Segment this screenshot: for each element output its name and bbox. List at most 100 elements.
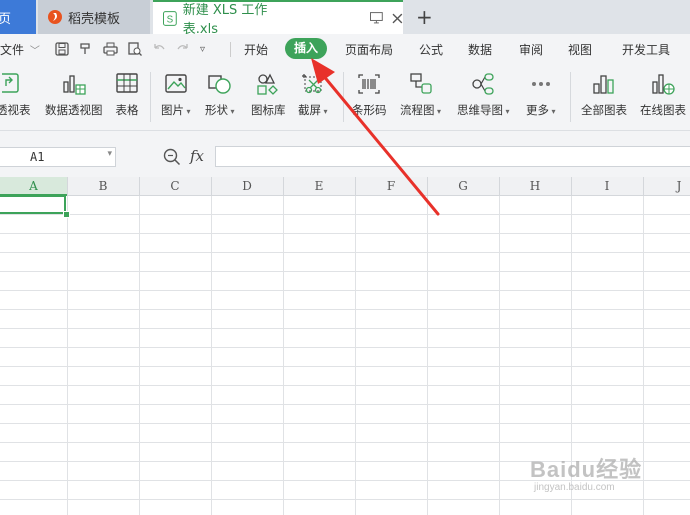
grid-line (283, 196, 284, 515)
quick-access-toolbar: ▿ (55, 41, 205, 57)
ribbon-divider (570, 72, 571, 122)
close-tab-icon[interactable] (392, 13, 403, 24)
shape-icon (208, 75, 231, 94)
grid-line (355, 196, 356, 515)
column-header-divider[interactable] (499, 177, 500, 196)
window-restore-icon[interactable] (370, 12, 384, 24)
chevron-down-icon: ﹀ (29, 46, 40, 57)
column-header-divider[interactable] (571, 177, 572, 196)
column-header-divider[interactable] (139, 177, 140, 196)
barcode-button[interactable]: 条形码 (352, 72, 387, 118)
more-label: 更多 ▾ (526, 103, 556, 117)
save-icon[interactable] (55, 42, 69, 56)
pivot-table-icon (2, 73, 19, 93)
zoom-search-icon[interactable] (163, 148, 181, 166)
column-header-i[interactable]: I (571, 177, 643, 196)
tab-daoke-templates[interactable]: 稻壳模板 (38, 0, 150, 34)
table-label: 表格 (115, 103, 139, 117)
grid-line (0, 366, 690, 367)
grid-line (0, 404, 690, 405)
grid-line (0, 233, 690, 234)
table-button[interactable]: 表格 (115, 72, 139, 118)
grid-line (211, 196, 212, 515)
chevron-down-icon[interactable]: ▾ (107, 149, 112, 159)
name-box[interactable]: A1 ▾ (0, 147, 116, 167)
mindmap-button[interactable]: 思维导图 ▾ (457, 72, 510, 118)
format-painter-icon[interactable] (79, 42, 93, 56)
column-header-b[interactable]: B (67, 177, 139, 196)
grid-line (0, 309, 690, 310)
grid-line (67, 196, 68, 515)
picture-label: 图片 ▾ (161, 103, 191, 117)
grid-line (0, 328, 690, 329)
insert-function-button[interactable]: fx (190, 147, 204, 165)
shape-label: 形状 ▾ (205, 103, 235, 117)
column-header-e[interactable]: E (283, 177, 355, 196)
column-header-divider[interactable] (283, 177, 284, 196)
online-chart-icon (652, 74, 675, 95)
grid-line (139, 196, 140, 515)
more-button[interactable]: 更多 ▾ (526, 72, 556, 118)
column-header-divider[interactable] (211, 177, 212, 196)
menu-item-review[interactable]: 审阅 (519, 41, 543, 58)
menu-item-developer[interactable]: 开发工具 (622, 41, 670, 58)
name-box-value: A1 (30, 150, 45, 164)
grid-line (427, 196, 428, 515)
bar-chart-icon (593, 75, 614, 94)
column-header-divider[interactable] (643, 177, 644, 196)
icon-library-button[interactable]: 图标库 (251, 72, 286, 118)
menu-item-home[interactable]: 开始 (244, 41, 268, 58)
menu-item-page-layout[interactable]: 页面布局 (345, 41, 393, 58)
flowchart-icon (409, 73, 432, 94)
grid-line (499, 196, 500, 515)
grid-line (0, 271, 690, 272)
grid-line (0, 385, 690, 386)
mindmap-icon (472, 73, 494, 95)
fill-handle[interactable] (63, 211, 70, 218)
column-header-j[interactable]: J (643, 177, 690, 196)
undo-icon[interactable] (152, 42, 166, 56)
menu-item-data[interactable]: 数据 (468, 41, 492, 58)
barcode-label: 条形码 (352, 103, 387, 117)
column-header-divider[interactable] (67, 177, 68, 196)
pivot-table-button[interactable]: 透视表 (0, 72, 31, 118)
tab-home[interactable]: 页 (0, 0, 36, 34)
column-header-divider[interactable] (355, 177, 356, 196)
column-header-h[interactable]: H (499, 177, 571, 196)
tab-document[interactable]: S 新建 XLS 工作表.xls (153, 0, 403, 37)
all-charts-button[interactable]: 全部图表 (581, 72, 627, 118)
picture-button[interactable]: 图片 ▾ (161, 72, 191, 118)
menu-file[interactable]: 文件 ﹀ (0, 41, 40, 58)
column-header-d[interactable]: D (211, 177, 283, 196)
menu-item-formulas[interactable]: 公式 (419, 41, 443, 58)
online-charts-button[interactable]: 在线图表 (640, 72, 686, 118)
screenshot-button[interactable]: 截屏 ▾ (298, 72, 328, 118)
more-dots-icon (531, 82, 550, 86)
column-header-g[interactable]: G (427, 177, 499, 196)
pivot-chart-icon (63, 75, 86, 95)
online-charts-label: 在线图表 (640, 103, 686, 117)
pivot-chart-button[interactable]: 数据透视图 (45, 72, 103, 118)
menu-item-insert[interactable]: 插入 (285, 38, 328, 59)
column-header-c[interactable]: C (139, 177, 211, 196)
shape-button[interactable]: 形状 ▾ (205, 72, 235, 118)
formula-input[interactable] (215, 146, 690, 167)
mindmap-label: 思维导图 ▾ (457, 103, 510, 117)
ribbon-divider (343, 72, 344, 122)
quick-access-more-icon[interactable]: ▿ (200, 44, 205, 55)
grid-line (0, 214, 690, 215)
print-preview-icon[interactable] (128, 42, 142, 56)
column-header-divider[interactable] (427, 177, 428, 196)
new-tab-button[interactable]: + (416, 0, 436, 34)
print-icon[interactable] (103, 42, 118, 56)
active-cell-a1[interactable] (0, 196, 66, 214)
icon-library-label: 图标库 (251, 103, 286, 117)
menu-item-view[interactable]: 视图 (568, 41, 592, 58)
all-charts-label: 全部图表 (581, 103, 627, 117)
screenshot-label: 截屏 ▾ (298, 103, 328, 117)
column-header-f[interactable]: F (355, 177, 427, 196)
flowchart-label: 流程图 ▾ (400, 103, 442, 117)
flowchart-button[interactable]: 流程图 ▾ (400, 72, 441, 118)
column-header-a[interactable]: A (0, 177, 67, 196)
redo-icon[interactable] (176, 42, 190, 56)
